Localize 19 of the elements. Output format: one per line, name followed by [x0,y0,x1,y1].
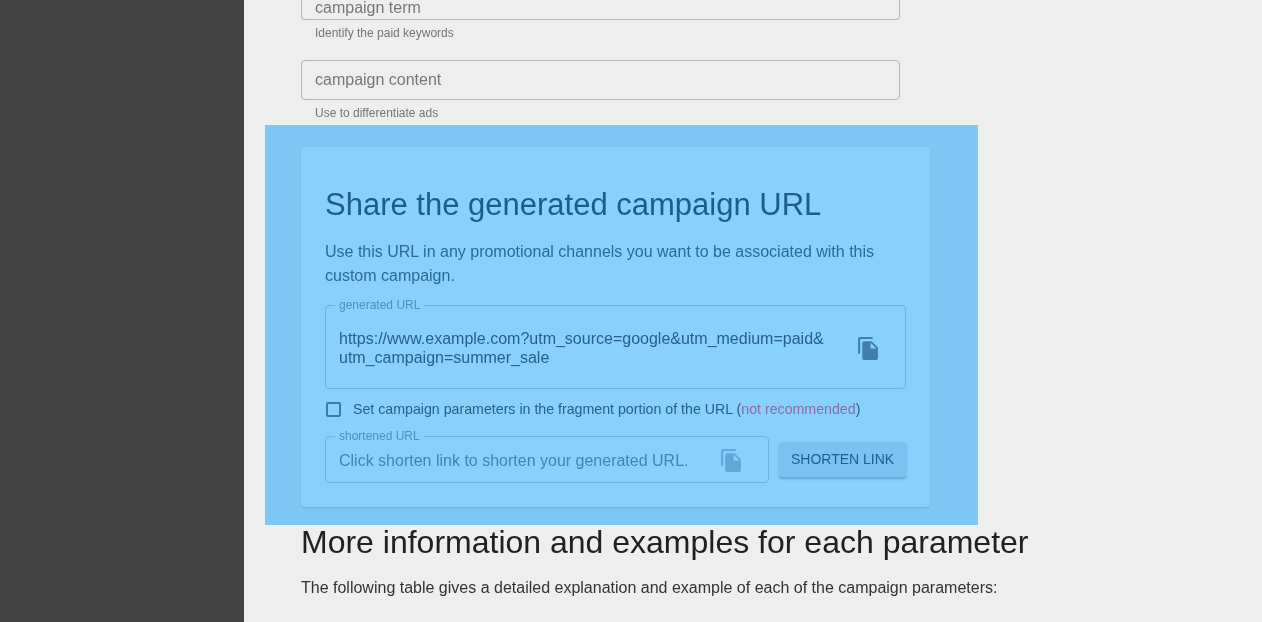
card-title: Share the generated campaign URL [325,187,823,223]
copy-icon[interactable] [721,449,741,472]
url-input[interactable]: Click shorten link to shorten your generated URL. [339,448,709,473]
text-field[interactable]: campaign term [301,0,900,20]
card-description: Use this URL in any promotional channels you want to be associated with this custom campaign. [325,242,876,286]
shorten-link-button[interactable]: SHORTEN LINK [779,442,907,477]
section-text: The following table gives a detailed explanation and example of each of the campaign parameters: [301,578,999,598]
not-recommended-link[interactable]: not recommended [741,401,856,417]
text-field[interactable]: campaign content [301,60,900,100]
shortened-url-field[interactable]: shortened URL Click shorten link to shorten your generated URL. [325,429,769,483]
copy-icon[interactable] [858,336,878,360]
checkbox[interactable] [326,401,341,417]
section-heading: More information and examples for each parameter [301,525,1030,559]
helper-text: Use to differentiate ads [315,106,439,120]
field-label: generated URL [338,298,422,312]
checkbox-label: Set campaign parameters in the fragment portion of the URL (not recommended) [353,400,861,419]
field-label: shortened URL [338,429,421,443]
helper-text: Identify the paid keywords [315,26,454,40]
generated-url-field[interactable]: generated URL https://www.example.com?utm_source=google&utm_medium=paid&utm_campaign=summer_sale [325,298,906,389]
